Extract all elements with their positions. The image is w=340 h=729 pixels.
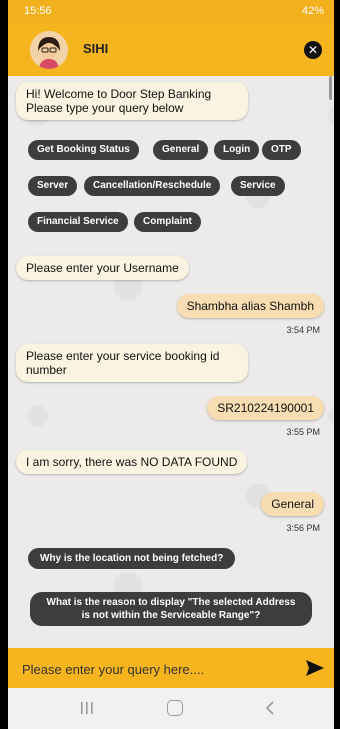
status-bar: 15:56 42%	[8, 0, 334, 24]
timestamp: 3:56 PM	[286, 523, 320, 533]
chip-complaint[interactable]: Complaint	[134, 212, 201, 232]
timestamp: 3:55 PM	[286, 427, 320, 437]
page-title: SIHI	[83, 41, 109, 56]
back-icon[interactable]	[264, 700, 276, 716]
recent-apps-icon[interactable]	[79, 701, 95, 715]
input-bar	[8, 648, 334, 688]
user-message-username: Shambha alias Shambh	[176, 294, 324, 318]
send-icon[interactable]	[304, 658, 326, 678]
status-time: 15:56	[24, 5, 52, 17]
chip-get-booking-status[interactable]: Get Booking Status	[28, 140, 139, 160]
chip-server[interactable]: Server	[28, 176, 78, 196]
chip-cancellation-reschedule[interactable]: Cancellation/Reschedule	[84, 176, 221, 196]
user-message-booking-id: SR210224190001	[207, 396, 324, 420]
home-icon[interactable]	[167, 700, 183, 716]
chip-general[interactable]: General	[153, 140, 209, 160]
chip-login[interactable]: Login	[214, 140, 260, 160]
timestamp: 3:54 PM	[286, 325, 320, 335]
system-nav-bar	[8, 688, 334, 729]
close-icon[interactable]: ✕	[304, 41, 322, 59]
user-message-general: General	[261, 492, 324, 516]
chip-service[interactable]: Service	[231, 176, 285, 196]
chip-otp[interactable]: OTP	[262, 140, 301, 160]
bot-message-booking-id: Please enter your service booking id num…	[16, 344, 248, 382]
bot-message-no-data: I am sorry, there was NO DATA FOUND	[16, 450, 248, 474]
status-battery: 42%	[301, 5, 324, 17]
phone-screen: 15:56 42% SIHI ✕ Hi! Welcome to Door Ste…	[8, 0, 334, 729]
suggestion-serviceable-range[interactable]: What is the reason to display "The selec…	[30, 592, 312, 626]
bot-message-username: Please enter your Username	[16, 256, 189, 280]
bot-message-welcome: Hi! Welcome to Door Step Banking Please …	[16, 82, 248, 120]
chat-area[interactable]: Hi! Welcome to Door Step Banking Please …	[8, 76, 334, 648]
query-input[interactable]	[20, 658, 294, 680]
suggestion-location[interactable]: Why is the location not being fetched?	[28, 548, 236, 569]
chip-financial-service[interactable]: Financial Service	[28, 212, 128, 232]
scrollbar[interactable]	[329, 76, 332, 100]
avatar	[30, 31, 68, 69]
chat-header: SIHI ✕	[8, 24, 334, 76]
